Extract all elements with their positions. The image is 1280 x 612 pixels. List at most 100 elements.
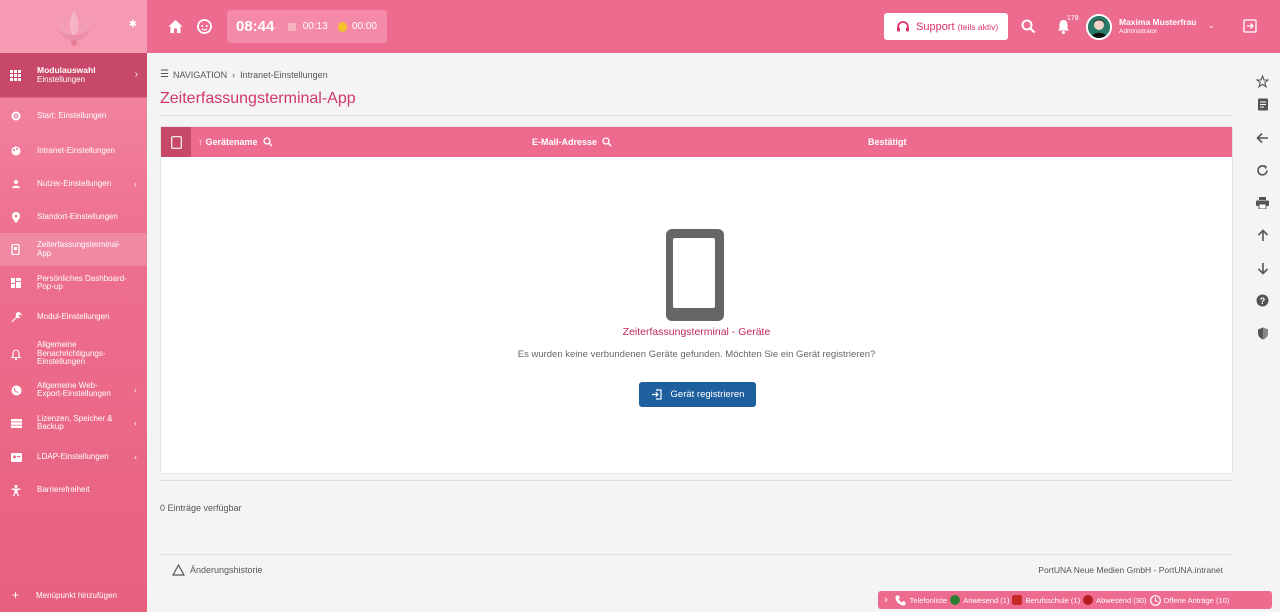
arrow-left-icon[interactable] — [1255, 130, 1270, 145]
svg-text:?: ? — [1260, 296, 1266, 306]
present-status-icon — [950, 595, 961, 605]
divider — [160, 554, 1233, 555]
arrow-up-icon[interactable] — [1255, 228, 1270, 243]
document-icon[interactable] — [1255, 97, 1270, 112]
tablet-icon — [170, 135, 182, 149]
column-confirmed[interactable]: Bestätigt — [868, 137, 907, 147]
sidebar-item-dashboard[interactable]: Persönliches Dashboard-Pop-up — [0, 268, 147, 298]
logout-icon[interactable] — [1243, 19, 1257, 33]
wrench-icon — [10, 311, 22, 323]
open-requests-link[interactable]: Offene Anträge (10) — [1149, 594, 1229, 606]
column-label: Bestätigt — [868, 137, 907, 147]
location-pin-icon — [10, 211, 22, 223]
register-device-button[interactable]: Gerät registrieren — [639, 382, 756, 407]
sidebar-item-terminal-app[interactable]: Zeiterfassungsterminal-App — [0, 233, 147, 266]
sidebar-item-label: Modul-Einstellungen — [37, 311, 110, 321]
refresh-icon[interactable] — [1255, 163, 1270, 178]
sidebar-item-start[interactable]: Start: Einstellungen — [0, 107, 147, 125]
sidebar-item-label: Allgemeine Web-Export-Einstellungen — [37, 380, 111, 398]
divider — [160, 480, 1233, 481]
pin-icon[interactable]: ✱ — [129, 19, 137, 30]
star-icon[interactable] — [1255, 74, 1270, 89]
empty-state-text: Es wurden keine verbundenen Geräte gefun… — [517, 349, 876, 360]
absent-link[interactable]: Abwesend (30) — [1083, 595, 1147, 605]
present-label: Anwesend (1) — [963, 595, 1010, 605]
graduation-cap-icon — [1012, 595, 1023, 605]
clock-icon — [1149, 594, 1161, 606]
chevron-right-icon[interactable]: › — [884, 594, 888, 606]
sidebar-item-label: Standort-Einstellungen — [37, 211, 118, 221]
company-info: PortUNA Neue Medien GmbH - PortUNA.intra… — [1038, 565, 1223, 575]
sidebar-item-intranet[interactable]: Intranet-Einstellungen — [0, 142, 147, 160]
topbar: 08:44 00:13 00:00 Support (teils aktiv) … — [147, 0, 1280, 53]
print-icon[interactable] — [1255, 195, 1270, 210]
present-link[interactable]: Anwesend (1) — [950, 595, 1009, 605]
sidebar-item-notifications[interactable]: Allgemeine Benachrichtigungs-Einstellung… — [0, 339, 147, 369]
work-timer: 00:13 — [302, 21, 328, 32]
sidebar-item-label: Start: Einstellungen — [37, 110, 107, 120]
sidebar-item-location[interactable]: Standort-Einstellungen — [0, 208, 147, 226]
lotus-logo[interactable] — [52, 7, 96, 47]
sidebar-item-label: Zeiterfassungsterminal-App — [37, 240, 121, 258]
notification-badge: 178 — [1067, 15, 1079, 22]
column-label: Gerätename — [205, 137, 258, 147]
sidebar-item-modules[interactable]: Modul-Einstellungen — [0, 308, 147, 326]
user-name[interactable]: Maxima Musterfrau — [1119, 17, 1196, 27]
module-subtitle: Einstellungen — [37, 75, 86, 84]
sidebar-item-accessibility[interactable]: Barrierefreiheit — [0, 481, 147, 499]
change-history-label: Änderungshistorie — [190, 565, 263, 575]
sidebar-item-ldap[interactable]: LDAP-Einstellungen ‹ — [0, 448, 147, 466]
search-icon[interactable] — [262, 137, 273, 147]
avatar[interactable] — [1086, 14, 1112, 40]
module-select[interactable]: Modulauswahl Einstellungen › — [0, 53, 147, 98]
sidebar-item-label: LDAP-Einstellungen — [37, 451, 109, 461]
column-label: E-Mail-Adresse — [532, 137, 598, 147]
baby-face-icon[interactable] — [196, 18, 213, 35]
home-icon[interactable] — [167, 18, 184, 35]
register-device-label: Gerät registrieren — [670, 389, 745, 400]
sidebar-item-label: Barrierefreiheit — [37, 484, 90, 494]
search-icon[interactable] — [1020, 18, 1037, 35]
id-card-icon — [10, 451, 22, 463]
vocational-school-link[interactable]: Berufsschule (1) — [1012, 595, 1080, 605]
pause-icon[interactable] — [337, 21, 347, 32]
phone-list-link[interactable]: Telefonliste — [895, 595, 947, 606]
absent-label: Abwesend (30) — [1096, 595, 1147, 605]
select-all-checkbox[interactable] — [161, 127, 191, 157]
add-menu-item-button[interactable]: + Menüpunkt hinzufügen — [0, 584, 147, 606]
sidebar-item-label: Allgemeine Benachrichtigungs-Einstellung… — [37, 340, 106, 367]
breadcrumb-current[interactable]: Intranet-Einstellungen — [240, 70, 328, 80]
stop-icon[interactable] — [288, 22, 296, 31]
sidebar-item-web-export[interactable]: Allgemeine Web-Export-Einstellungen ‹ — [0, 380, 147, 400]
right-toolbar: ? — [1245, 53, 1280, 612]
support-label: Support — [916, 20, 955, 33]
breadcrumb-root[interactable]: NAVIGATION — [173, 70, 227, 80]
help-icon[interactable]: ? — [1255, 293, 1270, 308]
chevron-left-icon: ‹ — [134, 384, 137, 395]
arrow-down-icon[interactable] — [1255, 261, 1270, 276]
column-email[interactable]: E-Mail-Adresse — [532, 137, 612, 147]
chevron-left-icon: ‹ — [134, 417, 137, 428]
warning-triangle-icon — [172, 564, 185, 576]
sidebar-item-users[interactable]: Nutzer-Einstellungen ‹ — [0, 175, 147, 193]
shield-icon[interactable] — [1255, 326, 1270, 341]
change-history-link[interactable]: Änderungshistorie — [172, 564, 263, 576]
sidebar-item-label: Lizenzen, Speicher & Backup — [37, 413, 113, 431]
chevron-down-icon[interactable]: ⌄ — [1208, 21, 1215, 30]
dashboard-icon — [10, 277, 22, 289]
school-label: Berufsschule (1) — [1025, 595, 1081, 605]
chevron-left-icon: ‹ — [134, 178, 137, 189]
menu-icon[interactable]: ☰ — [160, 69, 169, 80]
user-role: Administrator — [1119, 28, 1158, 35]
table-header: ↑ Gerätename E-Mail-Adresse Bestätigt — [161, 127, 1232, 157]
time-tracker[interactable]: 08:44 00:13 00:00 — [227, 10, 387, 43]
palette-icon — [10, 145, 22, 157]
chevron-left-icon: ‹ — [134, 451, 137, 462]
main-content: ☰ NAVIGATION › Intranet-Einstellungen Ze… — [160, 53, 1233, 612]
search-icon[interactable] — [602, 137, 612, 147]
sidebar-item-licenses[interactable]: Lizenzen, Speicher & Backup ‹ — [0, 413, 147, 433]
accessibility-icon — [10, 484, 22, 496]
support-button[interactable]: Support (teils aktiv) — [884, 13, 1008, 40]
phone-icon — [895, 595, 906, 605]
column-device-name[interactable]: ↑ Gerätename — [198, 137, 273, 147]
